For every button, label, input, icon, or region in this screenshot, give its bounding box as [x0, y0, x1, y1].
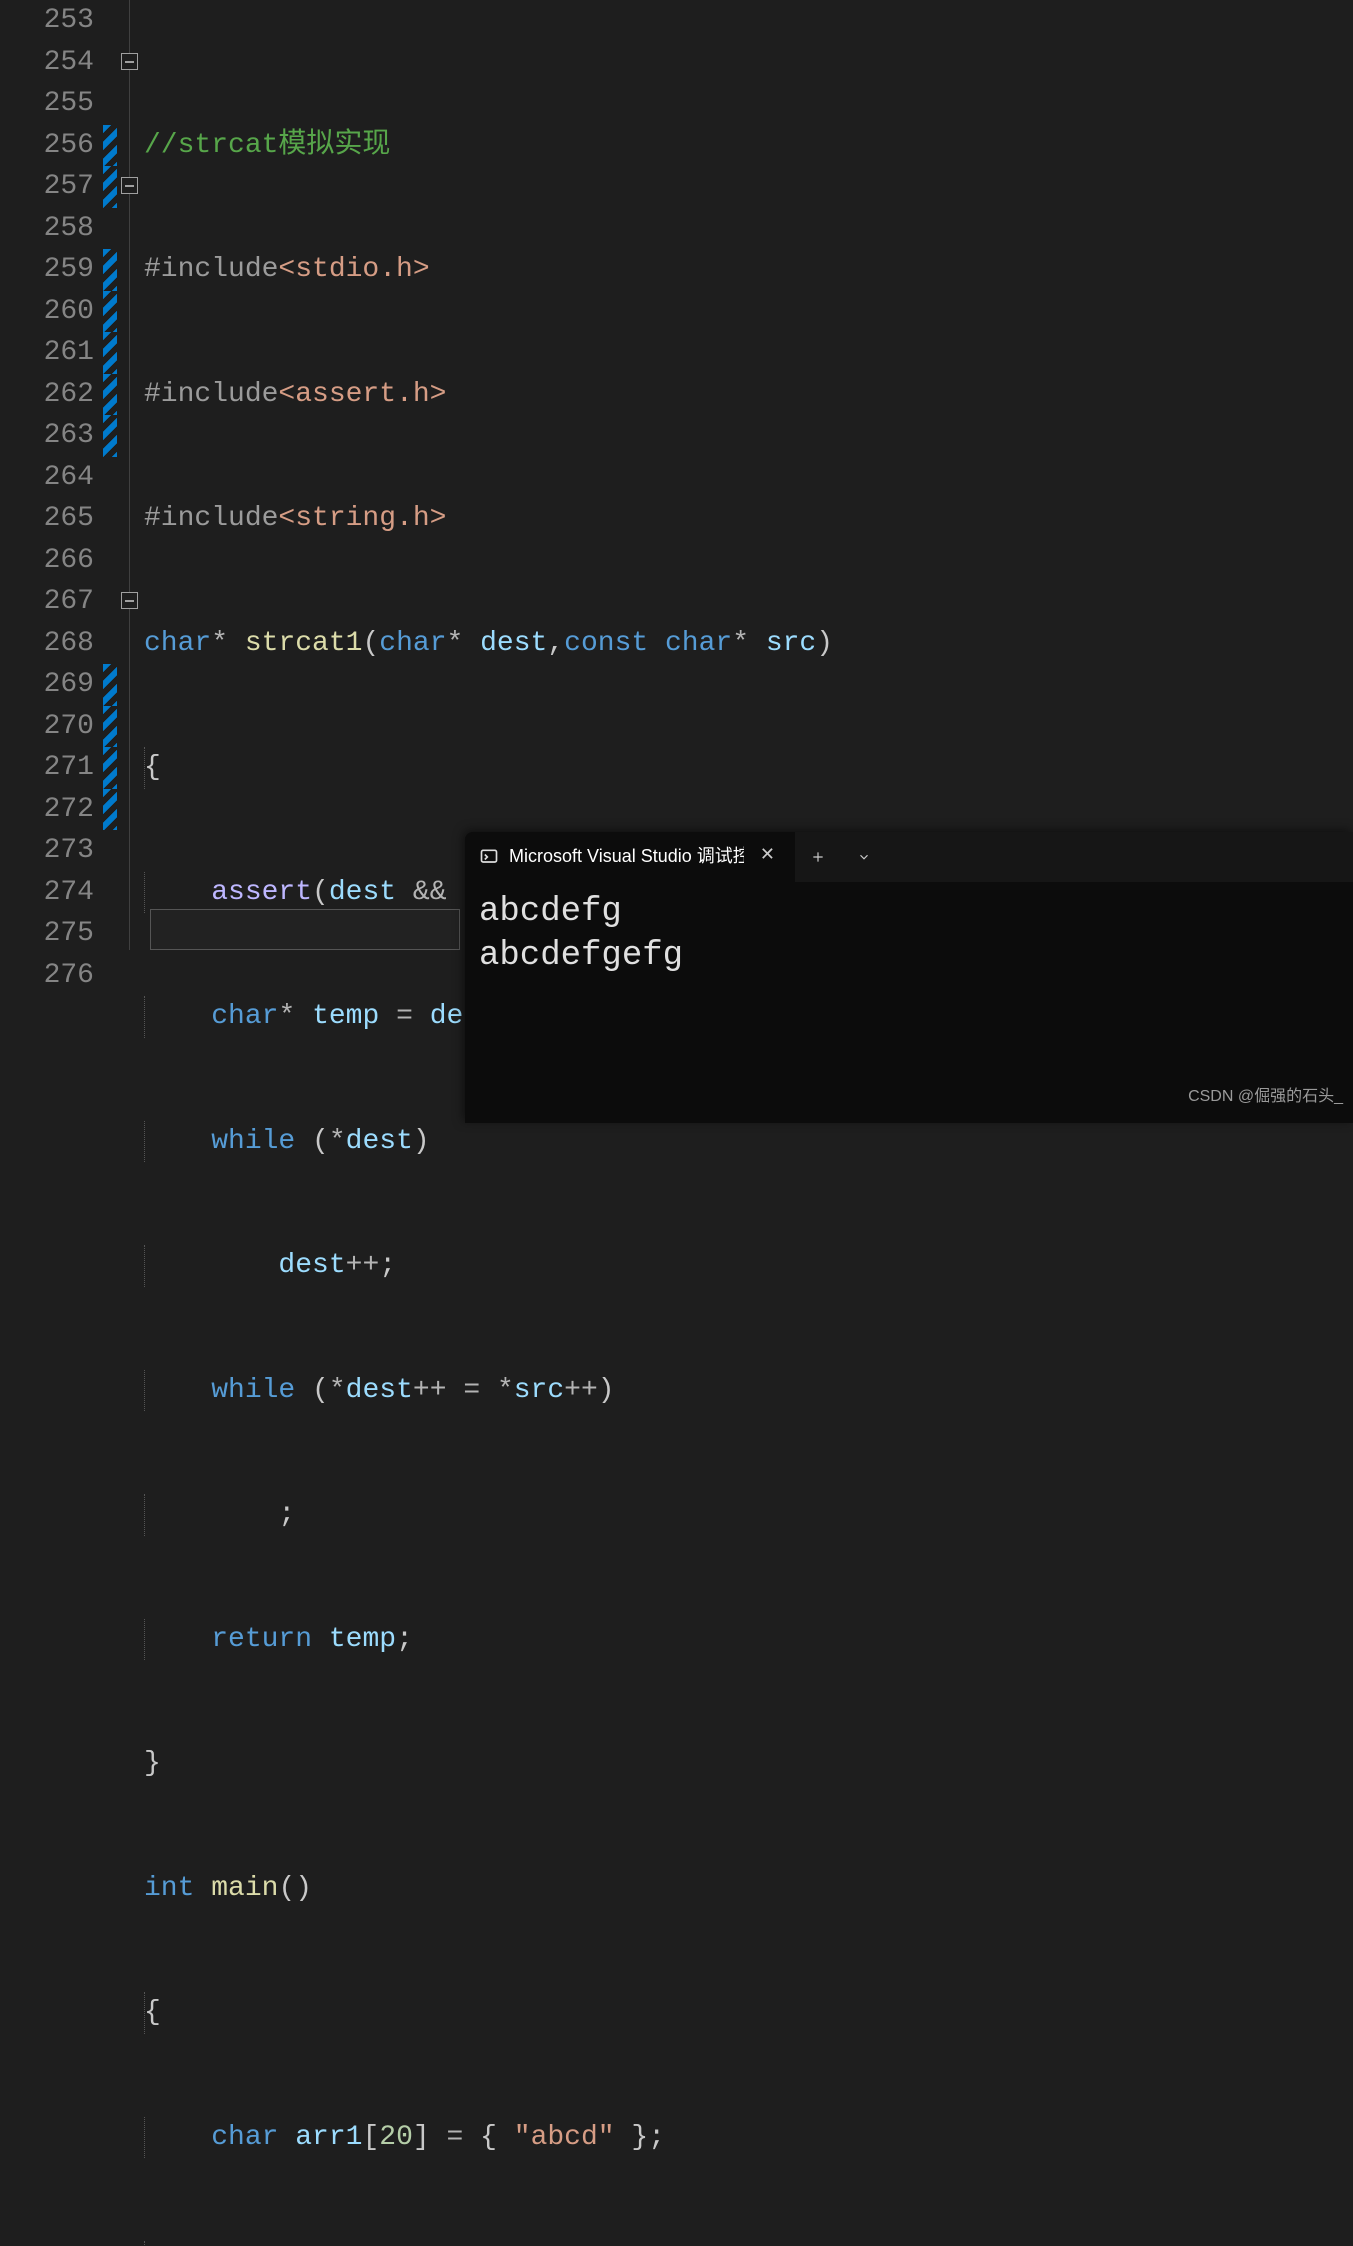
line-number: 276 — [0, 955, 94, 997]
change-mark — [103, 789, 117, 831]
change-mark — [103, 415, 117, 457]
line-number: 273 — [0, 830, 94, 872]
change-mark — [103, 664, 117, 706]
change-mark — [103, 374, 117, 416]
code-line[interactable]: #include<assert.h> — [144, 374, 1353, 416]
line-number: 266 — [0, 540, 94, 582]
fold-toggle-icon[interactable] — [121, 592, 138, 609]
code-line[interactable]: //strcat模拟实现 — [144, 125, 1353, 167]
line-number: 263 — [0, 415, 94, 457]
change-mark — [103, 249, 117, 291]
terminal-output[interactable]: abcdefg abcdefgefg — [465, 882, 1353, 986]
code-line[interactable]: char arr2[] = { "efg" }; — [144, 2241, 1353, 2246]
line-number: 253 — [0, 0, 94, 42]
tab-dropdown-button[interactable] — [841, 832, 887, 882]
code-line[interactable]: { — [144, 1992, 1353, 2034]
code-line[interactable]: #include<string.h> — [144, 498, 1353, 540]
line-number: 268 — [0, 623, 94, 665]
change-mark — [103, 166, 117, 208]
terminal-line: abcdefg — [479, 890, 1339, 934]
line-number: 275 — [0, 913, 94, 955]
line-number: 261 — [0, 332, 94, 374]
change-mark — [103, 291, 117, 333]
code-line[interactable]: char* strcat1(char* dest,const char* src… — [144, 623, 1353, 665]
line-number: 272 — [0, 789, 94, 831]
line-number: 256 — [0, 125, 94, 167]
fold-column — [120, 0, 144, 2246]
line-number: 274 — [0, 872, 94, 914]
code-line[interactable]: char arr1[20] = { "abcd" }; — [144, 2117, 1353, 2159]
code-line[interactable]: while (*dest) — [144, 1121, 1353, 1163]
code-line[interactable]: return temp; — [144, 1619, 1353, 1661]
code-line[interactable]: { — [144, 747, 1353, 789]
change-mark — [103, 332, 117, 374]
code-line[interactable]: #include<stdio.h> — [144, 249, 1353, 291]
line-number: 269 — [0, 664, 94, 706]
fold-toggle-icon[interactable] — [121, 177, 138, 194]
change-mark — [103, 706, 117, 748]
terminal-icon — [479, 847, 499, 867]
terminal-tab-title: Microsoft Visual Studio 调试控 — [509, 836, 744, 878]
fold-toggle-icon[interactable] — [121, 53, 138, 70]
code-line[interactable]: dest++; — [144, 1245, 1353, 1287]
line-number: 255 — [0, 83, 94, 125]
code-line[interactable]: ; — [144, 1494, 1353, 1536]
code-line[interactable]: while (*dest++ = *src++) — [144, 1370, 1353, 1412]
line-number: 262 — [0, 374, 94, 416]
change-indicator-column — [100, 0, 120, 2246]
line-number: 259 — [0, 249, 94, 291]
change-mark — [103, 747, 117, 789]
code-line[interactable]: } — [144, 1743, 1353, 1785]
line-number: 271 — [0, 747, 94, 789]
line-number: 258 — [0, 208, 94, 250]
terminal-tabbar: Microsoft Visual Studio 调试控 ✕ — [465, 832, 1353, 882]
line-number: 270 — [0, 706, 94, 748]
line-number: 260 — [0, 291, 94, 333]
line-number: 264 — [0, 457, 94, 499]
line-number: 254 — [0, 42, 94, 84]
line-number: 257 — [0, 166, 94, 208]
change-mark — [103, 125, 117, 167]
line-number: 265 — [0, 498, 94, 540]
line-number-gutter: 253 254 255 256 257 258 259 260 261 262 … — [0, 0, 100, 2246]
terminal-tab[interactable]: Microsoft Visual Studio 调试控 ✕ — [465, 832, 795, 882]
watermark: CSDN @倔强的石头_ — [1188, 1076, 1343, 1118]
code-area[interactable]: //strcat模拟实现 #include<stdio.h> #include<… — [144, 0, 1353, 2246]
line-number: 267 — [0, 581, 94, 623]
code-line[interactable]: int main() — [144, 1868, 1353, 1910]
code-editor[interactable]: 253 254 255 256 257 258 259 260 261 262 … — [0, 0, 1353, 2246]
close-icon[interactable]: ✕ — [754, 830, 781, 884]
terminal-line: abcdefgefg — [479, 934, 1339, 978]
new-tab-button[interactable] — [795, 832, 841, 882]
